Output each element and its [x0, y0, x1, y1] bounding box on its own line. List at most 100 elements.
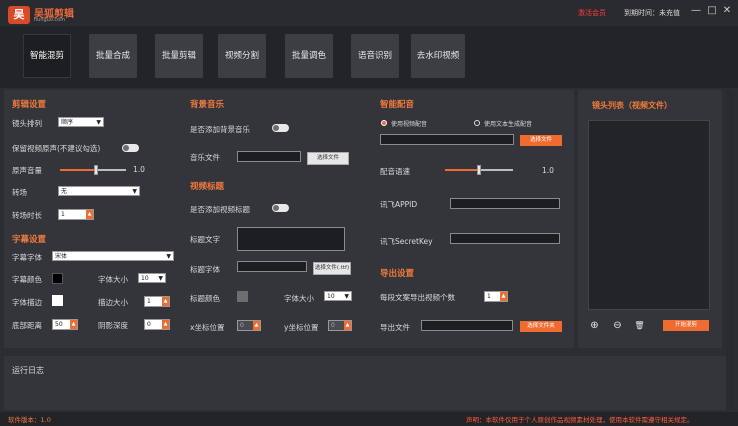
- transition-duration-label: 转场时长: [12, 211, 42, 220]
- tab-smart-mix[interactable]: 智能混剪: [23, 34, 71, 78]
- app-subtitle: hunguo.com: [34, 17, 66, 23]
- trash-icon[interactable]: 🗑: [634, 320, 645, 331]
- shot-list-box[interactable]: [588, 120, 710, 310]
- run-log-panel[interactable]: 运行日志: [4, 356, 726, 410]
- title-color-swatch[interactable]: [237, 291, 248, 302]
- shadow-depth-label: 阴影深度: [98, 321, 128, 330]
- title-size-select[interactable]: 10 ▼: [324, 291, 352, 301]
- stroke-label: 字体描边: [12, 298, 42, 307]
- cut-settings-title: 剪辑设置: [12, 100, 47, 110]
- slider-rest: [96, 169, 126, 171]
- subtitle-settings-title: 字幕设置: [12, 235, 47, 245]
- toggle-knob: [273, 125, 279, 131]
- stroke-size-value: 1: [147, 298, 151, 305]
- subtitle-color-label: 字幕颜色: [12, 275, 42, 284]
- appid-label: 讯飞APPID: [380, 200, 418, 209]
- add-title-label: 是否添加视频标题: [190, 205, 250, 214]
- spin-arrows-icon[interactable]: ▲: [344, 321, 351, 330]
- stroke-color-swatch[interactable]: [52, 295, 63, 306]
- title-font-input[interactable]: [237, 261, 307, 272]
- keep-audio-label: 保留视频原声(不建议勾选): [12, 144, 101, 153]
- subtitle-size-select[interactable]: 10 ▼: [138, 273, 166, 283]
- run-log-title: 运行日志: [12, 366, 44, 375]
- stroke-size-spin[interactable]: 1 ▲: [144, 296, 170, 307]
- x-position-value: 0: [240, 322, 244, 329]
- export-file-input[interactable]: [421, 320, 513, 331]
- maximize-icon[interactable]: □: [706, 5, 718, 17]
- orig-volume-slider[interactable]: [60, 169, 126, 171]
- music-file-input[interactable]: [237, 151, 301, 162]
- export-count-spin[interactable]: 1 ▲: [484, 291, 508, 302]
- appid-input[interactable]: [450, 198, 560, 209]
- y-position-label: y坐标位置: [284, 323, 319, 332]
- shot-order-select[interactable]: 顺序 ▼: [58, 117, 104, 127]
- toggle-knob: [123, 145, 129, 151]
- export-count-label: 每段文案导出视频个数: [380, 293, 455, 302]
- remove-icon[interactable]: ⊖: [612, 320, 623, 331]
- subtitle-font-label: 字幕字体: [12, 253, 42, 262]
- slider-rest: [479, 169, 513, 171]
- add-icon[interactable]: ⊕: [589, 320, 600, 331]
- spin-arrows-icon[interactable]: ▲: [500, 292, 507, 301]
- spin-arrows-icon[interactable]: ▲: [70, 320, 77, 329]
- bottom-distance-label: 底部距离: [12, 321, 42, 330]
- tab-batch-compose[interactable]: 批量合成: [89, 34, 137, 78]
- title-size-value: 10: [327, 293, 335, 300]
- tab-video-split[interactable]: 视频分割: [218, 34, 266, 78]
- title-bar: 吴 吴狐剪辑 hunguo.com 激活会员 到期时间：未充值 — □ ✕: [0, 0, 738, 26]
- close-icon[interactable]: ✕: [721, 5, 733, 17]
- export-folder-button[interactable]: 选择文件夹: [520, 321, 562, 332]
- expiry-text: 到期时间：未充值: [624, 9, 680, 17]
- activate-link[interactable]: 激活会员: [578, 8, 606, 18]
- voice-speed-label: 配音语速: [380, 167, 410, 176]
- title-font-button[interactable]: 选择文件(.ttf): [313, 262, 351, 275]
- bottom-distance-spin[interactable]: 50 ▲: [52, 319, 78, 330]
- transition-duration-value: 1: [61, 211, 65, 218]
- add-title-toggle[interactable]: [272, 204, 289, 212]
- x-position-spin[interactable]: 0 ▲: [237, 320, 261, 331]
- start-mix-button[interactable]: 开始混剪: [663, 320, 709, 331]
- tab-batch-edit[interactable]: 批量剪辑: [155, 34, 203, 78]
- minimize-icon[interactable]: —: [690, 5, 702, 17]
- add-music-label: 是否添加背景音乐: [190, 125, 250, 134]
- shadow-depth-spin[interactable]: 0 ▲: [144, 319, 170, 330]
- voice-opt2-radio[interactable]: [474, 120, 480, 126]
- voice-opt1-radio[interactable]: [381, 120, 387, 126]
- transition-duration-spin[interactable]: 1 ▲: [58, 209, 94, 220]
- chevron-down-icon: ▼: [132, 188, 137, 195]
- music-file-label: 音乐文件: [190, 153, 220, 162]
- subtitle-font-select[interactable]: 宋体 ▼: [52, 251, 174, 261]
- voice-speed-thumb[interactable]: [477, 165, 481, 175]
- secret-key-input[interactable]: [450, 233, 560, 244]
- transition-label: 转场: [12, 188, 27, 197]
- scrollbar[interactable]: [726, 90, 734, 410]
- y-position-spin[interactable]: 0 ▲: [328, 320, 352, 331]
- export-title: 导出设置: [380, 269, 415, 279]
- version-text: 软件版本：1.0: [8, 416, 51, 424]
- keep-audio-toggle[interactable]: [122, 144, 139, 152]
- transition-select[interactable]: 无 ▼: [58, 186, 140, 196]
- title-font-label: 标题字体: [190, 265, 220, 274]
- spin-arrows-icon[interactable]: ▲: [86, 210, 93, 219]
- subtitle-color-swatch[interactable]: [52, 273, 63, 284]
- voice-file-input[interactable]: [380, 134, 514, 145]
- voice-file-button[interactable]: 选择文件: [520, 135, 562, 146]
- tab-remove-watermark[interactable]: 去水印视频: [411, 34, 465, 78]
- subtitle-size-value: 10: [141, 275, 149, 282]
- music-title: 背景音乐: [190, 100, 225, 110]
- spin-arrows-icon[interactable]: ▲: [162, 320, 169, 329]
- spin-arrows-icon[interactable]: ▲: [253, 321, 260, 330]
- chevron-down-icon: ▼: [96, 119, 101, 126]
- spin-arrows-icon[interactable]: ▲: [162, 297, 169, 306]
- subtitle-font-value: 宋体: [55, 253, 68, 260]
- disclaimer-text: 声明：本软件仅用于个人原创作品视频素材处理，使用本软件需遵守相关规定。: [466, 416, 694, 424]
- tab-batch-color[interactable]: 批量调色: [285, 34, 333, 78]
- orig-volume-thumb[interactable]: [94, 165, 99, 175]
- shadow-depth-value: 0: [147, 321, 151, 328]
- export-count-value: 1: [487, 293, 491, 300]
- title-text-label: 标题文字: [190, 235, 220, 244]
- music-file-button[interactable]: 选择文件: [307, 152, 349, 165]
- tab-speech-recognition[interactable]: 语音识别: [351, 34, 399, 78]
- add-music-toggle[interactable]: [272, 124, 289, 132]
- title-text-input[interactable]: [237, 227, 345, 251]
